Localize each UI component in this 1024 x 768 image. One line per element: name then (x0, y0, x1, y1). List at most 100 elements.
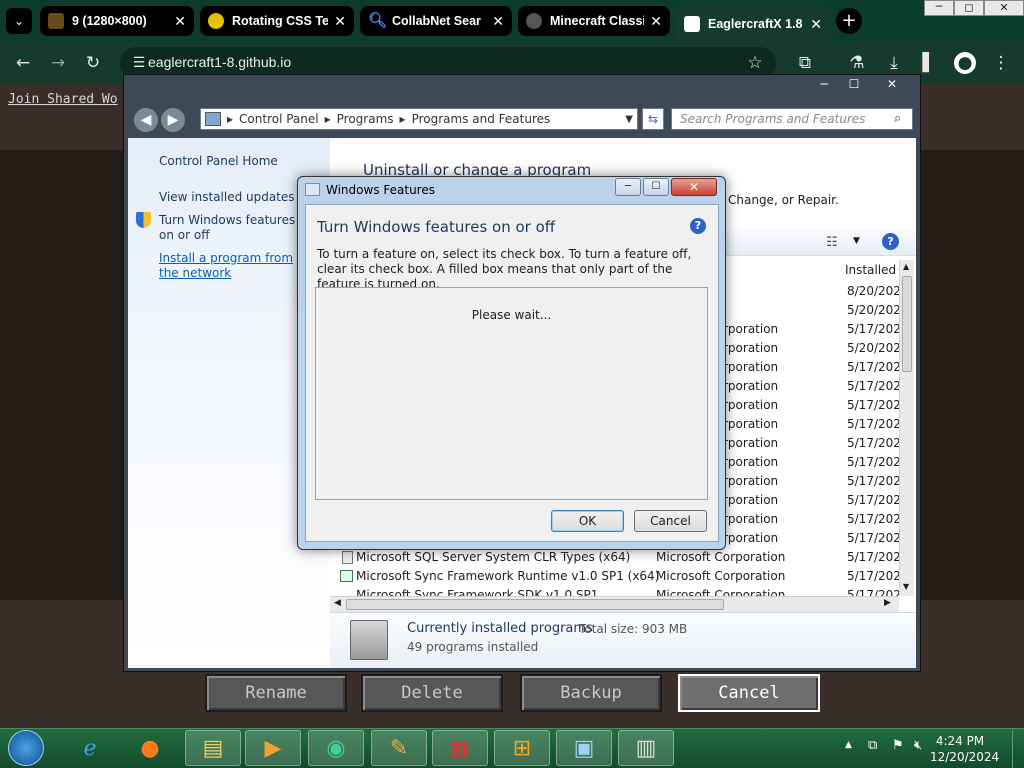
nav-install-from-network[interactable]: Install a program from the network (159, 251, 304, 281)
refresh-icon[interactable]: ⇆ (642, 108, 664, 130)
nav-control-panel-home[interactable]: Control Panel Home (159, 154, 278, 168)
clock-time: 4:24 PM (935, 734, 985, 748)
network-icon[interactable]: ⧉ (868, 738, 877, 753)
control-panel-icon[interactable]: ▣ (556, 730, 612, 766)
close-tab-icon[interactable]: ✕ (492, 13, 504, 30)
details-total-size: Total size: 903 MB (579, 622, 688, 636)
browser-tab-active[interactable]: EaglercraftX 1.8 ✕ (676, 6, 830, 42)
nav-turn-features[interactable]: Turn Windows features on or off (159, 213, 304, 243)
scroll-up-icon[interactable]: ▲ (903, 262, 909, 271)
side-panel-icon[interactable]: ▌ (918, 52, 940, 74)
minimize-icon[interactable]: ─ (615, 178, 641, 196)
scroll-right-icon[interactable]: ▶ (884, 598, 891, 608)
search-input[interactable]: Search Programs and Features (671, 108, 913, 130)
ok-button[interactable]: OK (551, 510, 624, 532)
bookmark-star-icon[interactable]: ☆ (744, 52, 766, 74)
scroll-down-icon[interactable]: ▼ (903, 582, 909, 591)
programs-features-icon[interactable]: ▥ (618, 730, 674, 766)
maximize-icon[interactable]: ◻ (954, 0, 984, 16)
search-icon[interactable]: ⌕ (894, 111, 901, 126)
paint-icon[interactable]: ✎ (371, 730, 427, 766)
nav-view-installed-updates[interactable]: View installed updates (159, 190, 295, 204)
close-tab-icon[interactable]: ✕ (650, 13, 662, 30)
tab-search-button[interactable]: ⌄ (6, 8, 32, 34)
minimize-icon[interactable]: ─ (810, 77, 838, 93)
rename-button[interactable]: Rename (205, 674, 347, 712)
scroll-thumb[interactable] (346, 599, 724, 610)
back-arrow-icon[interactable]: ← (12, 52, 34, 74)
window-controls: ─ ◻ ✕ (924, 0, 1024, 18)
horizontal-scrollbar[interactable]: ◀ ▶ (330, 596, 899, 612)
join-shared-world-link[interactable]: Join Shared Wo (8, 92, 118, 107)
forward-arrow-icon[interactable]: ▶ (161, 108, 185, 132)
dialog-title: Windows Features (326, 183, 435, 197)
dialog-description: To turn a feature on, select its check b… (317, 247, 692, 291)
media-player-icon[interactable]: ▶ (245, 730, 301, 766)
delete-button[interactable]: Delete (361, 674, 503, 712)
eaglercraft-favicon-icon (684, 16, 700, 32)
breadcrumb-control-panel[interactable]: Control Panel (239, 112, 319, 126)
views-icon[interactable]: ☷ (826, 235, 838, 250)
cancel-button[interactable]: Cancel (678, 674, 820, 712)
url-text: eaglercraft1-8.github.io (148, 54, 292, 70)
breadcrumb[interactable]: ▸ Control Panel ▸ Programs ▸ Programs an… (200, 108, 638, 130)
taskbar-clock[interactable]: 4:24 PM 12/20/2024 (930, 733, 999, 765)
close-tab-icon[interactable]: ✕ (810, 16, 822, 33)
file-explorer-icon[interactable]: ▤ (185, 730, 241, 766)
minimize-icon[interactable]: ─ (924, 0, 954, 16)
scroll-thumb[interactable] (902, 276, 912, 372)
browser-tab[interactable]: 🔍︎ CollabNet Sear ✕ (360, 6, 512, 36)
volume-muted-icon[interactable]: 🔇︎ (914, 738, 922, 753)
chrome-app-icon[interactable]: ◉ (308, 730, 364, 766)
browser-tab[interactable]: 9 (1280×800) ✕ (40, 6, 194, 36)
backup-button[interactable]: Backup (520, 674, 662, 712)
close-tab-icon[interactable]: ✕ (174, 13, 186, 30)
internet-explorer-icon[interactable]: ℯ (62, 730, 118, 766)
shield-icon (136, 212, 151, 228)
table-row[interactable]: Microsoft SQL Server System CLR Types (x… (330, 548, 916, 567)
program-icon (342, 551, 353, 564)
close-icon[interactable]: ✕ (878, 77, 906, 93)
forward-arrow-icon[interactable]: → (47, 52, 69, 74)
toolbox-icon[interactable]: ▦ (432, 730, 488, 766)
extensions-icon[interactable]: ⧉ (794, 52, 816, 74)
maximize-icon[interactable]: ☐ (643, 178, 669, 196)
close-tab-icon[interactable]: ✕ (334, 13, 346, 30)
vertical-scrollbar[interactable]: ▲ ▼ (899, 260, 914, 596)
tab-favicon-icon (208, 13, 224, 29)
maximize-icon[interactable]: ☐ (840, 77, 868, 93)
breadcrumb-programs-features[interactable]: Programs and Features (412, 112, 551, 126)
please-wait-text: Please wait... (471, 308, 552, 322)
table-row[interactable]: Microsoft Sync Framework Runtime v1.0 SP… (330, 567, 916, 586)
cancel-button[interactable]: Cancel (634, 510, 707, 532)
download-icon[interactable]: ⤓ (883, 52, 905, 74)
dialog-heading: Turn Windows features on or off (317, 218, 556, 236)
windows-logo-icon[interactable]: ⊞ (494, 730, 550, 766)
show-desktop-button[interactable] (1012, 730, 1024, 768)
browser-tab[interactable]: Rotating CSS Te ✕ (200, 6, 354, 36)
new-tab-button[interactable]: + (836, 8, 862, 34)
help-icon[interactable]: ? (882, 233, 899, 250)
table-row[interactable]: Microsoft Sync Framework SDK v1.0 SP1 Mic… (330, 586, 916, 596)
browser-tab[interactable]: Minecraft Classi ✕ (518, 6, 670, 36)
profile-avatar-icon[interactable]: ● (954, 52, 976, 74)
back-arrow-icon[interactable]: ◀ (134, 108, 158, 132)
close-icon[interactable]: ✕ (671, 178, 717, 196)
details-count: 49 programs installed (407, 640, 539, 654)
close-icon[interactable]: ✕ (984, 0, 1024, 16)
breadcrumb-programs[interactable]: Programs (337, 112, 394, 126)
labs-flask-icon[interactable]: ⚗ (846, 52, 868, 74)
start-button-icon[interactable] (8, 730, 44, 766)
site-info-icon[interactable]: ☰ (128, 52, 150, 74)
show-hidden-icons-icon[interactable]: ▲ (845, 740, 852, 750)
firefox-icon[interactable]: ● (122, 730, 178, 766)
tab-favicon-icon (48, 13, 64, 29)
chevron-down-icon[interactable]: ▼ (853, 236, 860, 246)
scroll-left-icon[interactable]: ◀ (334, 598, 341, 608)
details-title: Currently installed programs (407, 621, 593, 636)
dropdown-chevron-icon[interactable]: ▼ (625, 114, 633, 125)
menu-kebab-icon[interactable]: ⋮ (990, 52, 1012, 74)
help-icon[interactable]: ? (690, 218, 706, 234)
action-center-flag-icon[interactable]: ⚑ (892, 738, 904, 753)
reload-icon[interactable]: ↻ (82, 52, 104, 74)
